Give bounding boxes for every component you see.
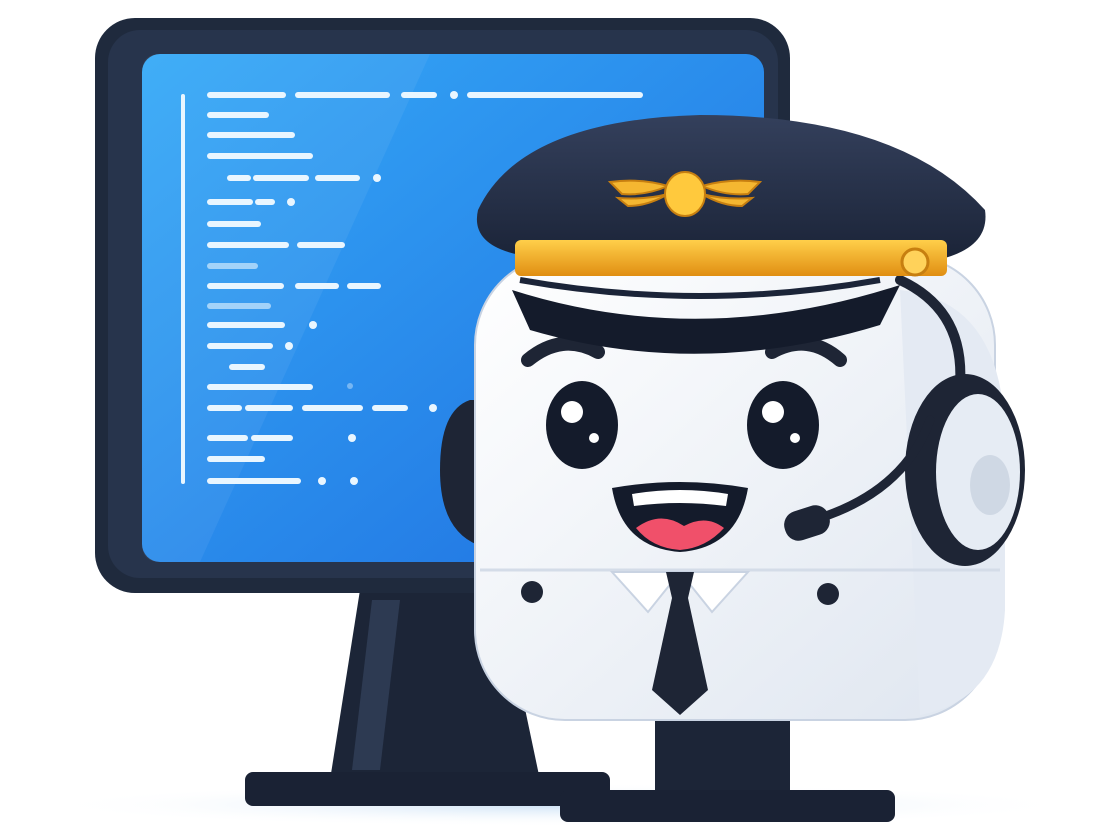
code-dot (450, 91, 458, 99)
left-eye (546, 381, 618, 469)
code-dot (350, 477, 358, 485)
code-dot (309, 321, 317, 329)
uniform-button (521, 581, 543, 603)
code-dot (429, 404, 437, 412)
uniform-button (817, 583, 839, 605)
code-dot (348, 434, 356, 442)
monitor-stand-base (245, 772, 610, 806)
robot-stand-base (560, 790, 895, 822)
right-eye (747, 381, 819, 469)
cap-band-button (900, 247, 930, 277)
robot-stand-neck (655, 710, 790, 800)
code-dot (285, 342, 293, 350)
headset-ear-cup-center (970, 455, 1010, 515)
cap-gold-band (515, 240, 947, 276)
code-dot (347, 383, 353, 389)
pilot-robot-illustration (40, 18, 1080, 827)
code-dot (318, 477, 326, 485)
code-dot (287, 198, 295, 206)
pilot-robot (440, 115, 1025, 822)
code-dot (373, 174, 381, 182)
